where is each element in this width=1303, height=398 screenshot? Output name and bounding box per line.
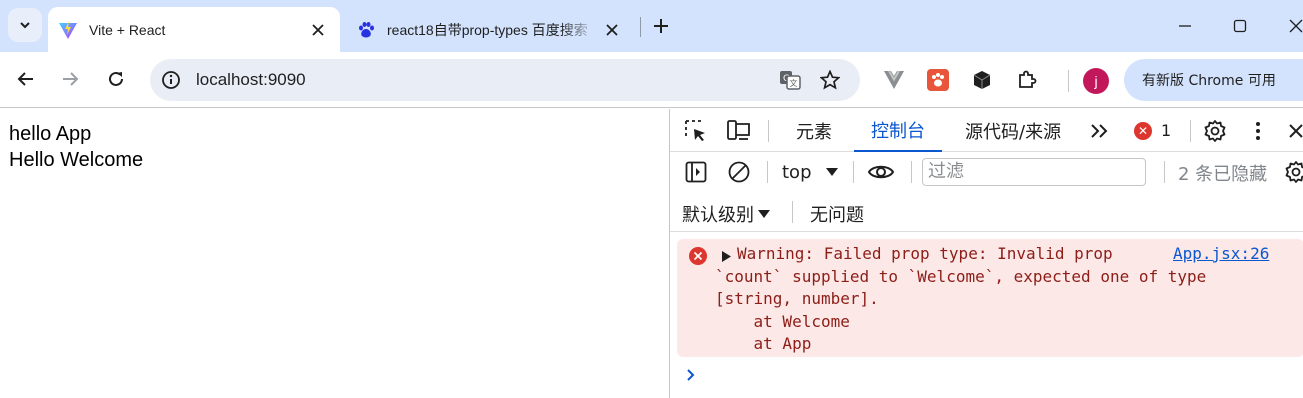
tab-separator <box>640 17 641 37</box>
context-selector[interactable]: top <box>782 160 838 184</box>
error-counter[interactable]: ✕ 1 <box>1134 121 1171 140</box>
dropdown-triangle-icon <box>825 168 838 176</box>
plus-icon <box>654 19 668 33</box>
hello-app-text: hello App <box>9 123 92 145</box>
tab-elements[interactable]: 元素 <box>796 109 832 152</box>
devtools-separator <box>768 120 769 142</box>
chevron-right-icon <box>687 369 695 381</box>
tab-sources[interactable]: 源代码/来源 <box>965 109 1061 152</box>
chrome-update-button[interactable]: 有新版 Chrome 可用 <box>1124 59 1303 101</box>
extension-cube-icon[interactable] <box>970 68 994 92</box>
tab-title: react18自带prop-types 百度搜索 <box>387 21 588 38</box>
tab-strip: Vite + React react18自带prop-types 百度搜索 <box>0 0 1303 52</box>
more-tabs-icon[interactable] <box>1088 119 1112 143</box>
close-icon <box>606 23 618 36</box>
forward-button[interactable] <box>53 62 87 96</box>
arrow-right-icon <box>63 72 79 86</box>
error-count-text: 1 <box>1161 121 1172 140</box>
new-tab-button[interactable] <box>647 12 675 40</box>
back-button[interactable] <box>9 62 43 96</box>
address-bar[interactable]: localhost:9090 G文 <box>150 59 860 101</box>
more-options-icon[interactable] <box>1248 119 1268 143</box>
console-error-message: Warning: Failed prop type: Invalid prop … <box>677 239 1303 357</box>
browser-toolbar: localhost:9090 G文 j 有新版 Chrome 可用 <box>0 52 1303 108</box>
hello-welcome-text: Hello Welcome <box>9 149 144 171</box>
filter-input[interactable]: 过滤 <box>922 158 1146 186</box>
tab-baidu-search[interactable]: react18自带prop-types 百度搜索 <box>346 7 634 52</box>
inspect-element-icon[interactable] <box>684 119 708 143</box>
baidu-paw-icon <box>356 20 376 40</box>
chevron-down-icon <box>20 22 30 29</box>
devtools-separator <box>792 201 793 223</box>
dropdown-triangle-icon <box>758 210 770 218</box>
close-icon <box>312 23 324 36</box>
devtools-separator <box>911 161 912 183</box>
live-expression-eye-icon[interactable] <box>866 160 896 184</box>
devtools-tabbar: 元素 控制台 源代码/来源 ✕ 1 <box>670 109 1303 152</box>
minimize-icon <box>1179 25 1191 27</box>
error-icon <box>689 247 707 265</box>
extensions-puzzle-icon[interactable] <box>1015 68 1039 92</box>
vite-icon <box>58 20 78 40</box>
log-level-value: 默认级别 <box>682 205 754 226</box>
console-prompt[interactable] <box>686 367 696 386</box>
devtools-panel: 元素 控制台 源代码/来源 ✕ 1 top 过滤 2 条已隐藏 默认级别 无问题… <box>669 109 1303 398</box>
reload-icon <box>109 71 123 86</box>
vue-devtools-icon[interactable] <box>882 68 906 92</box>
site-info-icon[interactable] <box>160 69 182 91</box>
reload-button[interactable] <box>99 62 133 96</box>
console-toolbar: top 过滤 2 条已隐藏 <box>670 152 1303 192</box>
tab-title: Vite + React <box>89 21 166 38</box>
console-settings-gear-icon[interactable] <box>1284 160 1303 184</box>
close-icon <box>1289 19 1303 33</box>
close-tab-button[interactable] <box>598 16 626 44</box>
tab-search-button[interactable] <box>8 8 42 42</box>
minimize-button[interactable] <box>1167 10 1203 42</box>
toolbar-separator <box>1068 70 1069 92</box>
devtools-separator <box>767 161 768 183</box>
extension-paw-icon[interactable] <box>926 68 950 92</box>
close-tab-button[interactable] <box>304 16 332 44</box>
svg-text:文: 文 <box>790 78 798 88</box>
close-devtools-icon[interactable] <box>1286 121 1303 141</box>
source-link[interactable]: App.jsx:26 <box>1173 243 1269 266</box>
close-window-button[interactable] <box>1278 10 1303 42</box>
clear-console-icon[interactable] <box>727 160 751 184</box>
settings-gear-icon[interactable] <box>1202 118 1228 144</box>
log-level-selector[interactable]: 默认级别 <box>682 201 770 227</box>
profile-avatar[interactable]: j <box>1083 68 1109 94</box>
maximize-button[interactable] <box>1222 10 1258 42</box>
devtools-separator <box>853 161 854 183</box>
issues-link[interactable]: 无问题 <box>810 201 864 227</box>
bookmark-star-icon[interactable] <box>818 68 842 92</box>
tab-console[interactable]: 控制台 <box>854 109 942 152</box>
device-toolbar-icon[interactable] <box>726 119 752 143</box>
devtools-separator <box>1190 120 1191 142</box>
hidden-messages-count: 2 条已隐藏 <box>1178 164 1268 185</box>
tab-vite-react[interactable]: Vite + React <box>48 7 340 52</box>
translate-icon[interactable]: G文 <box>778 68 802 92</box>
console-filter-bar: 默认级别 无问题 <box>670 192 1303 232</box>
context-value: top <box>782 161 812 183</box>
arrow-left-icon <box>17 72 33 86</box>
page-content: hello App Hello Welcome <box>0 109 669 398</box>
maximize-icon <box>1233 19 1247 33</box>
url-text: localhost:9090 <box>196 70 306 89</box>
sidebar-toggle-icon[interactable] <box>684 160 708 184</box>
devtools-separator <box>1164 161 1165 183</box>
error-icon: ✕ <box>1134 121 1152 140</box>
